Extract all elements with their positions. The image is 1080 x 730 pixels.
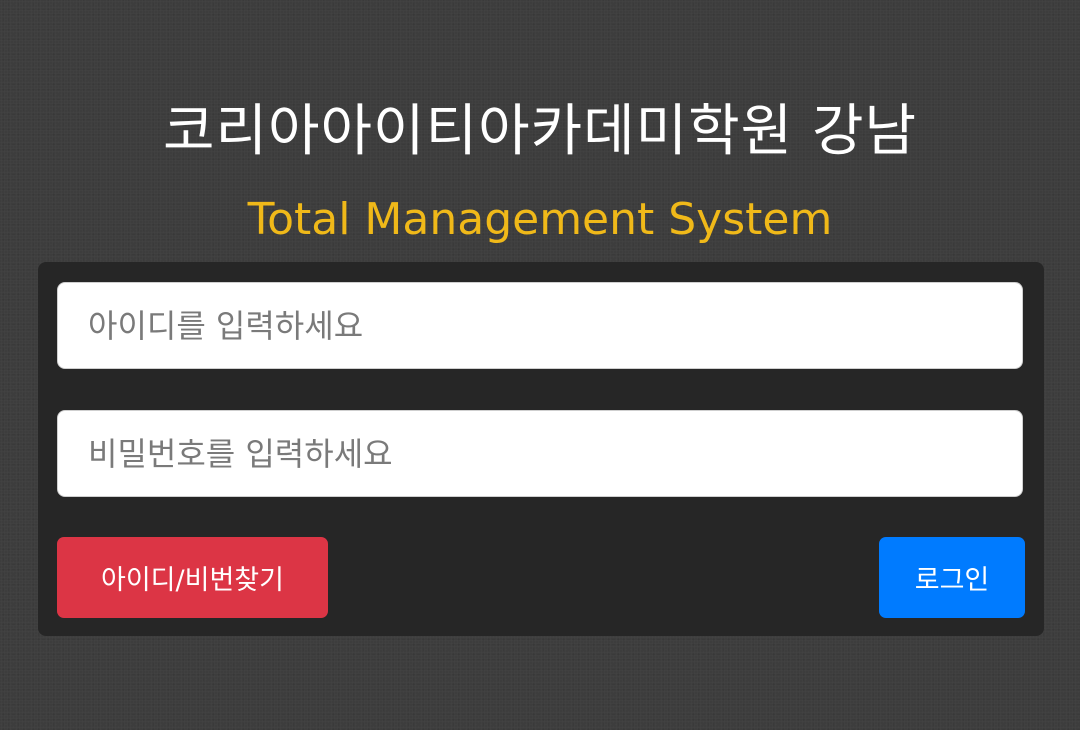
password-input[interactable] [57, 410, 1023, 497]
find-account-button[interactable]: 아이디/비번찾기 [57, 537, 328, 618]
login-button[interactable]: 로그인 [879, 537, 1025, 618]
page-title: 코리아아이티아카데미학원 강남 [162, 99, 918, 164]
id-input[interactable] [57, 282, 1023, 369]
login-panel: 아이디/비번찾기 로그인 [38, 262, 1044, 636]
page-subtitle: Total Management System [247, 194, 833, 245]
